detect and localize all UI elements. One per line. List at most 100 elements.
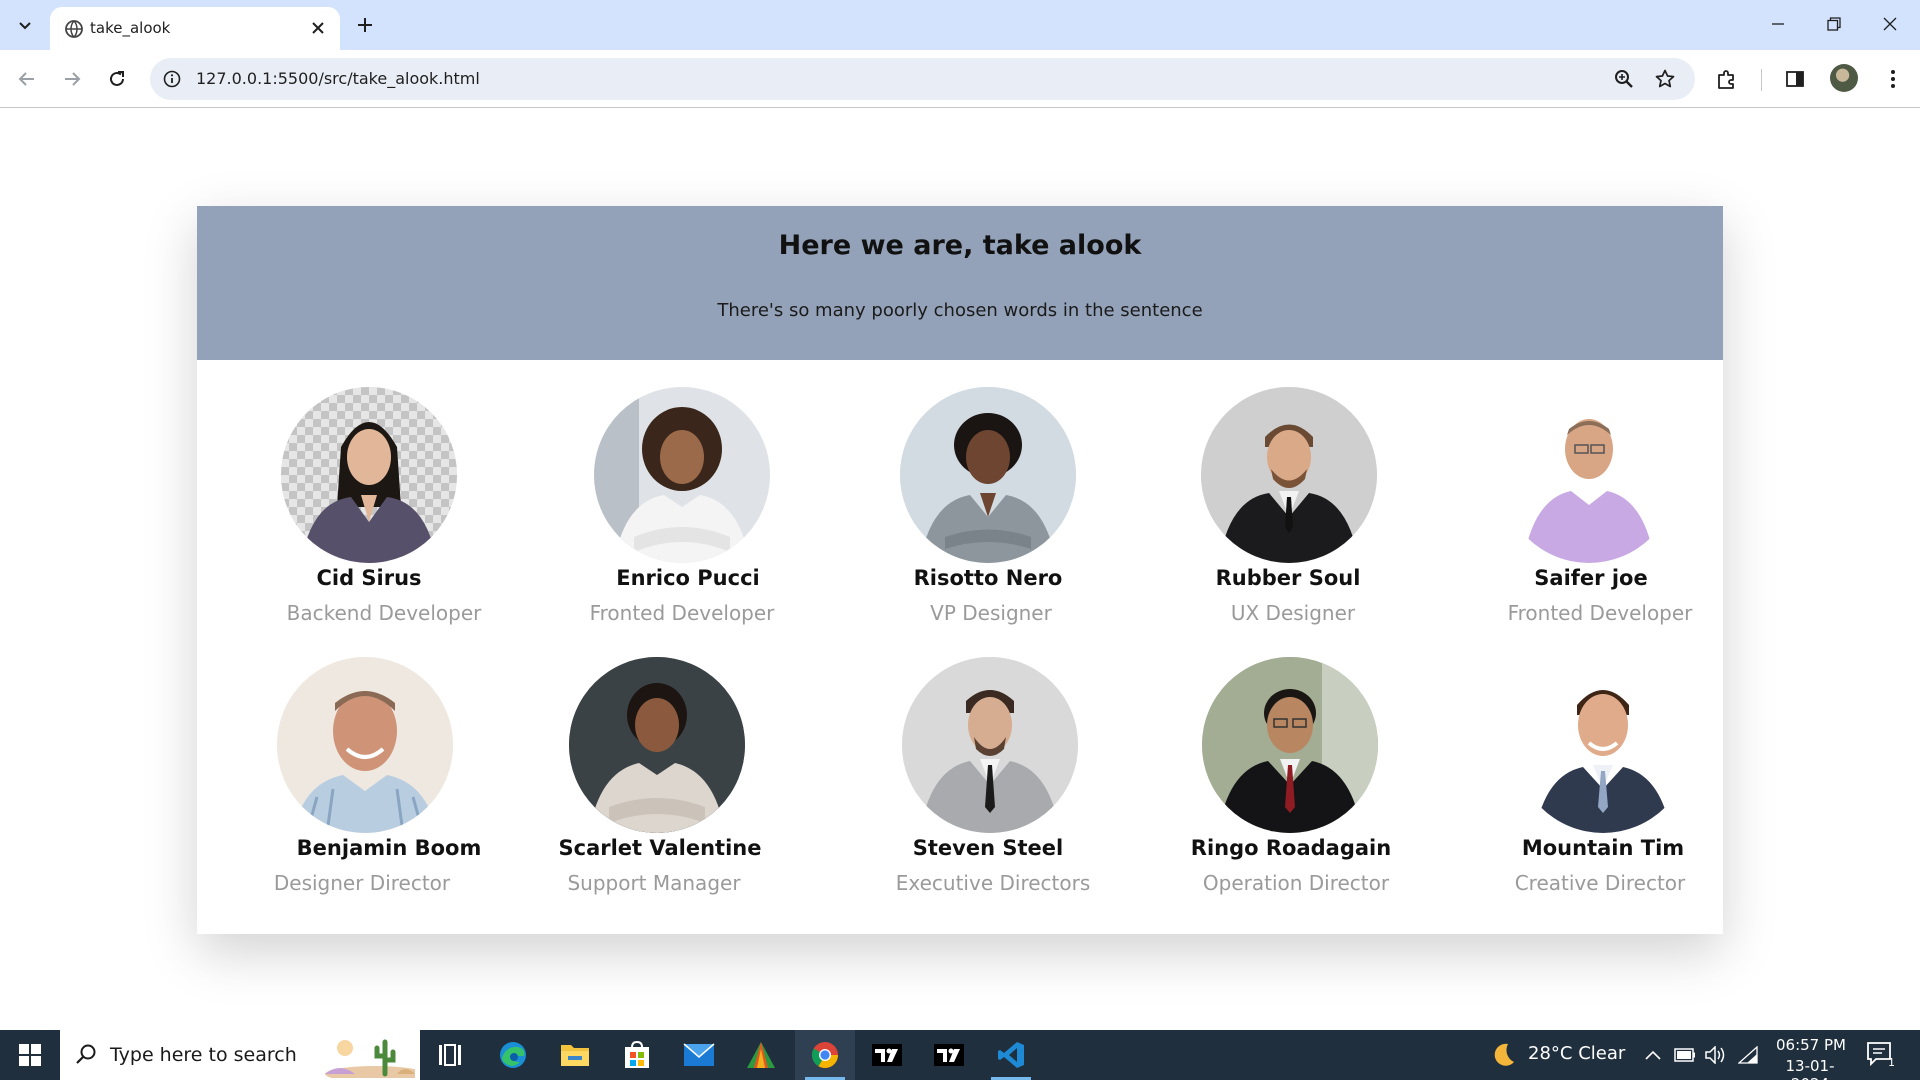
globe-icon — [65, 20, 83, 38]
toolbar-separator — [1761, 69, 1762, 91]
restore-icon — [1827, 17, 1841, 31]
bookmark-button[interactable] — [1653, 67, 1677, 91]
tab-search-button[interactable] — [8, 9, 42, 41]
woman-portrait-dark-suit-icon — [281, 387, 457, 563]
man-portrait-checked-shirt-icon — [277, 657, 453, 833]
page-subtitle: There's so many poorly chosen words in t… — [717, 300, 1203, 321]
network-indicator[interactable] — [1738, 1030, 1758, 1080]
chrome-browser-icon — [811, 1042, 839, 1069]
taskbar-search-box[interactable]: Type here to search — [60, 1030, 420, 1080]
minimize-icon — [1772, 23, 1784, 25]
battery-indicator[interactable] — [1674, 1030, 1696, 1080]
team-card-header: Here we are, take alook There's so many … — [197, 206, 1723, 360]
more-vertical-icon — [1891, 70, 1895, 88]
taskbar-chrome[interactable] — [795, 1030, 855, 1080]
woman-portrait-white-shirt-icon — [594, 387, 770, 563]
site-info-button[interactable] — [160, 67, 184, 91]
edge-browser-icon — [500, 1042, 526, 1068]
member-name: Cid Sirus — [316, 566, 422, 590]
back-button[interactable] — [10, 62, 44, 96]
woman-portrait-beige-top-icon — [569, 657, 745, 833]
arrow-left-icon — [18, 72, 34, 86]
member-role: Executive Directors — [895, 871, 1091, 895]
tradingview-icon — [872, 1044, 902, 1066]
taskbar-edge[interactable] — [483, 1030, 543, 1080]
taskbar-mail[interactable] — [669, 1030, 729, 1080]
member-name: Steven Steel — [912, 836, 1064, 860]
man-portrait-navy-suit-icon — [1515, 657, 1691, 833]
close-window-button[interactable] — [1870, 8, 1910, 40]
vscode-icon — [998, 1042, 1024, 1068]
zoom-icon — [1615, 70, 1633, 88]
man-portrait-red-tie-icon — [1202, 657, 1378, 833]
browser-tab-strip: take_alook — [0, 0, 1920, 50]
side-panel-icon — [1786, 71, 1804, 87]
tab-close-button[interactable] — [306, 16, 330, 40]
notification-center-button[interactable]: 1 — [1866, 1030, 1896, 1080]
taskbar-app-triangle[interactable] — [731, 1030, 791, 1080]
taskbar-microsoft-store[interactable] — [607, 1030, 667, 1080]
volume-indicator[interactable] — [1705, 1030, 1727, 1080]
zoom-button[interactable] — [1612, 67, 1636, 91]
member-role: VP Designer — [930, 601, 1052, 625]
url-text: 127.0.0.1:5500/src/take_alook.html — [196, 69, 480, 88]
browser-menu-button[interactable] — [1876, 62, 1910, 96]
member-name: Saifer joe — [1534, 566, 1648, 590]
member-name: Benjamin Boom — [296, 836, 482, 860]
task-view-button[interactable] — [420, 1030, 480, 1080]
restore-button[interactable] — [1814, 8, 1854, 40]
taskbar-tradingview-1[interactable] — [857, 1030, 917, 1080]
search-icon — [76, 1044, 96, 1064]
plus-icon — [358, 18, 372, 32]
team-card: Here we are, take alook There's so many … — [197, 206, 1723, 934]
chevron-down-icon — [19, 22, 31, 30]
minimize-button[interactable] — [1758, 8, 1798, 40]
clock-time[interactable]: 06:57 PM — [1776, 1036, 1846, 1054]
taskbar-tradingview-2[interactable] — [919, 1030, 979, 1080]
clock-date[interactable]: 13-01-2024 — [1768, 1057, 1852, 1080]
member-role: Fronted Developer — [1507, 601, 1693, 625]
start-button[interactable] — [0, 1030, 60, 1080]
notification-count-badge: 1 — [1888, 1056, 1895, 1069]
taskbar-file-explorer[interactable] — [545, 1030, 605, 1080]
arrow-right-icon — [65, 72, 81, 86]
member-name: Enrico Pucci — [616, 566, 760, 590]
member-name: Scarlet Valentine — [558, 836, 762, 860]
speaker-icon — [1705, 1046, 1725, 1064]
show-hidden-icons-button[interactable] — [1645, 1030, 1661, 1080]
search-placeholder: Type here to search — [110, 1044, 297, 1066]
profile-avatar[interactable] — [1830, 64, 1858, 92]
crescent-moon-icon — [1494, 1043, 1514, 1066]
store-icon — [625, 1041, 649, 1068]
star-icon — [1655, 69, 1675, 88]
weather-text[interactable]: 28°C Clear — [1528, 1043, 1625, 1064]
new-tab-button[interactable] — [350, 10, 380, 40]
reload-button[interactable] — [100, 62, 134, 96]
member-role: Creative Director — [1514, 871, 1686, 895]
member-name: Ringo Roadagain — [1190, 836, 1392, 860]
close-icon — [312, 22, 324, 34]
member-name: Mountain Tim — [1521, 836, 1685, 860]
close-icon — [1883, 17, 1897, 31]
side-panel-button[interactable] — [1778, 62, 1812, 96]
battery-icon — [1674, 1048, 1695, 1062]
desert-cactus-icon — [325, 1039, 415, 1078]
weather-widget[interactable] — [1488, 1030, 1518, 1080]
chevron-up-icon — [1645, 1050, 1661, 1060]
mail-icon — [683, 1043, 715, 1066]
forward-button[interactable] — [55, 62, 89, 96]
taskbar-vscode[interactable] — [981, 1030, 1041, 1080]
windows-taskbar: Type here to search 28°C Clear 06:57 PM … — [0, 1030, 1920, 1080]
browser-toolbar: 127.0.0.1:5500/src/take_alook.html — [0, 50, 1920, 108]
member-name: Rubber Soul — [1215, 566, 1361, 590]
extensions-button[interactable] — [1710, 62, 1744, 96]
man-portrait-black-suit-icon — [1201, 387, 1377, 563]
windows-logo-icon — [19, 1044, 41, 1066]
browser-tab[interactable]: take_alook — [50, 7, 340, 50]
address-bar[interactable]: 127.0.0.1:5500/src/take_alook.html — [150, 58, 1695, 100]
tradingview-icon — [934, 1044, 964, 1066]
member-role: Designer Director — [273, 871, 451, 895]
member-role: Operation Director — [1202, 871, 1390, 895]
wifi-icon — [1738, 1046, 1758, 1064]
tab-title: take_alook — [90, 19, 171, 37]
